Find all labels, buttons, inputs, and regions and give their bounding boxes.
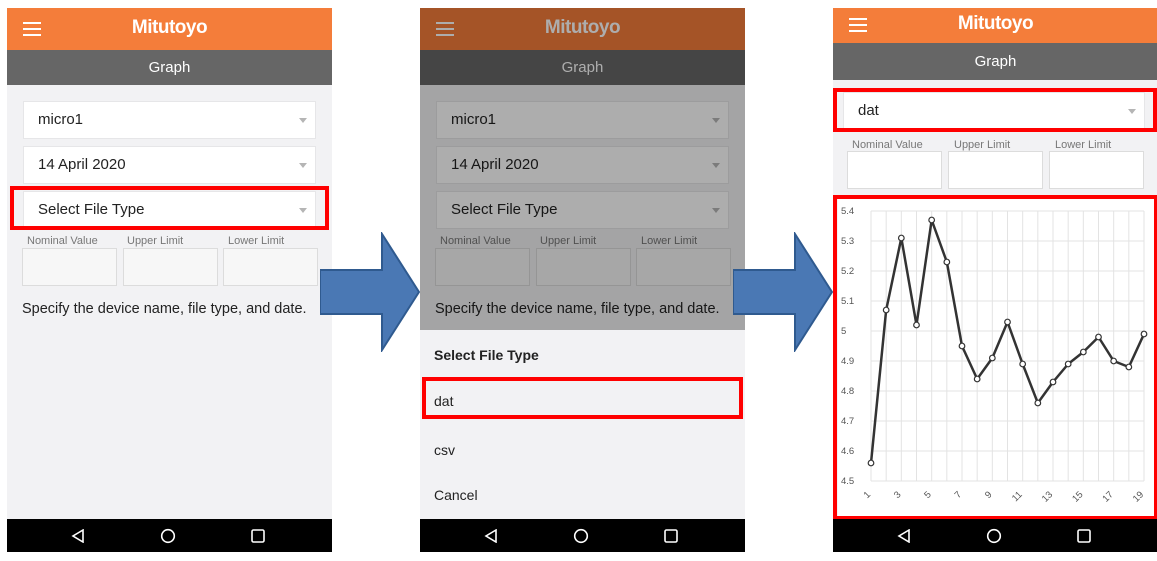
screen-graph-result: Mitutoyo Graph dat Nominal Value Upper L… [833, 8, 1157, 552]
right-arrow-icon [319, 230, 421, 357]
nominal-value-label: Nominal Value [27, 235, 98, 247]
device-select[interactable]: micro1 [23, 101, 316, 139]
highlight-box [422, 377, 743, 419]
screen-initial: Mitutoyo Graph micro1 14 April 2020 Sele… [7, 8, 332, 552]
android-nav-bar [7, 519, 332, 552]
file-type-sheet: Select File Type dat csv Cancel [420, 330, 745, 519]
home-circle-icon[interactable] [160, 528, 176, 544]
chevron-down-icon [299, 163, 307, 168]
home-circle-icon[interactable] [986, 528, 1002, 544]
screen-title: Graph [7, 50, 332, 85]
upper-limit-label: Upper Limit [954, 139, 1011, 151]
highlight-box [833, 88, 1157, 132]
app-bar: Mitutoyo [833, 8, 1157, 43]
option-csv[interactable]: csv [434, 442, 455, 458]
lower-limit-label: Lower Limit [228, 235, 285, 247]
upper-limit-field[interactable] [948, 151, 1043, 189]
right-arrow-icon [732, 230, 834, 357]
app-logo: Mitutoyo [131, 17, 208, 38]
lower-limit-label: Lower Limit [1055, 139, 1112, 151]
date-select-value: 14 April 2020 [38, 156, 126, 173]
home-circle-icon[interactable] [573, 528, 589, 544]
highlight-box [833, 195, 1157, 520]
date-select[interactable]: 14 April 2020 [23, 146, 316, 184]
modal-scrim[interactable] [420, 8, 745, 330]
highlight-box [10, 186, 329, 230]
device-select-value: micro1 [38, 111, 84, 128]
chevron-down-icon [299, 118, 307, 123]
hint-text: Specify the device name, file type, and … [22, 301, 307, 317]
recent-square-icon[interactable] [664, 529, 678, 543]
nominal-value-field[interactable] [847, 151, 942, 189]
android-nav-bar [420, 519, 745, 552]
android-nav-bar [833, 519, 1157, 552]
limits-labels: Nominal Value Upper Limit Lower Limit [23, 235, 323, 247]
nominal-value-field[interactable] [22, 248, 117, 286]
nominal-value-label: Nominal Value [852, 139, 923, 151]
screen-title: Graph [833, 43, 1157, 80]
upper-limit-label: Upper Limit [127, 235, 184, 247]
sheet-title: Select File Type [434, 347, 539, 363]
app-logo: Mitutoyo [957, 13, 1034, 34]
app-bar: Mitutoyo [7, 8, 332, 50]
limits-labels: Nominal Value Upper Limit Lower Limit [852, 139, 1152, 151]
recent-square-icon[interactable] [1077, 529, 1091, 543]
recent-square-icon[interactable] [251, 529, 265, 543]
cancel-button[interactable]: Cancel [434, 487, 478, 503]
lower-limit-field[interactable] [223, 248, 318, 286]
screen-file-type-picker: Mitutoyo Graph micro1 14 April 2020 Sele… [420, 8, 745, 552]
lower-limit-field[interactable] [1049, 151, 1144, 189]
upper-limit-field[interactable] [123, 248, 218, 286]
